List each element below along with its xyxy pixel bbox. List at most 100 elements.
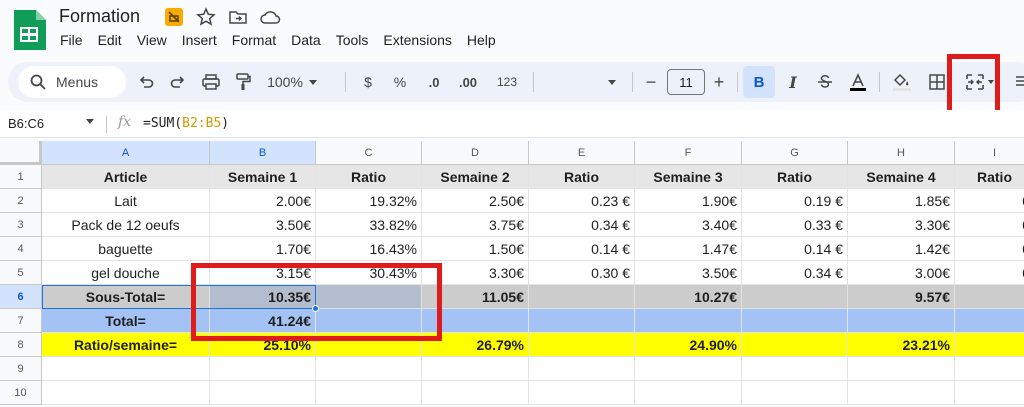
percent-format-button[interactable]: % xyxy=(391,70,409,94)
cell-c9[interactable] xyxy=(316,357,422,381)
move-folder-icon[interactable] xyxy=(227,7,249,27)
name-box[interactable]: B6:C6 xyxy=(8,116,44,131)
column-header-b[interactable]: B xyxy=(210,141,316,165)
column-header-f[interactable]: F xyxy=(635,141,742,165)
cell-b5[interactable]: 3.15€ xyxy=(210,261,316,285)
column-header-e[interactable]: E xyxy=(529,141,635,165)
row-header-8[interactable]: 8 xyxy=(0,333,42,357)
menu-help[interactable]: Help xyxy=(467,32,496,48)
cell-g6[interactable] xyxy=(742,285,848,309)
decrease-decimal-button[interactable]: .0 xyxy=(422,70,446,94)
menu-data[interactable]: Data xyxy=(291,32,321,48)
cell-i2[interactable]: 0 xyxy=(955,189,1024,213)
column-header-i[interactable]: I xyxy=(955,141,1024,165)
cell-b6[interactable]: 10.35€ xyxy=(210,285,316,309)
column-header-a[interactable]: A xyxy=(42,141,210,165)
cell-a10[interactable] xyxy=(42,381,210,405)
undo-icon[interactable] xyxy=(136,70,156,94)
menu-edit[interactable]: Edit xyxy=(98,32,122,48)
cell-b2[interactable]: 2.00€ xyxy=(210,189,316,213)
number-format-button[interactable]: 123 xyxy=(492,70,522,94)
cell-h3[interactable]: 3.30€ xyxy=(848,213,955,237)
cell-f5[interactable]: 3.50€ xyxy=(635,261,742,285)
cell-a5[interactable]: gel douche xyxy=(42,261,210,285)
cell-e2[interactable]: 0.23 € xyxy=(529,189,635,213)
cell-f2[interactable]: 1.90€ xyxy=(635,189,742,213)
cell-g4[interactable]: 0.14 € xyxy=(742,237,848,261)
font-size-input[interactable]: 11 xyxy=(667,69,705,95)
menu-insert[interactable]: Insert xyxy=(182,32,217,48)
cell-e5[interactable]: 0.30 € xyxy=(529,261,635,285)
cell-c10[interactable] xyxy=(316,381,422,405)
column-header-h[interactable]: H xyxy=(848,141,955,165)
cell-g7[interactable] xyxy=(742,309,848,333)
cell-i5[interactable]: 0 xyxy=(955,261,1024,285)
cell-e1[interactable]: Ratio xyxy=(529,165,635,189)
row-header-3[interactable]: 3 xyxy=(0,213,42,237)
redo-icon[interactable] xyxy=(168,70,188,94)
fill-color-icon[interactable] xyxy=(890,70,914,94)
cell-c1[interactable]: Ratio xyxy=(316,165,422,189)
cell-g9[interactable] xyxy=(742,357,848,381)
cell-c8[interactable] xyxy=(316,333,422,357)
cell-h1[interactable]: Semaine 4 xyxy=(848,165,955,189)
row-header-5[interactable]: 5 xyxy=(0,261,42,285)
cell-h4[interactable]: 1.42€ xyxy=(848,237,955,261)
cell-a3[interactable]: Pack de 12 oeufs xyxy=(42,213,210,237)
cell-c5[interactable]: 30.43% xyxy=(316,261,422,285)
cell-b1[interactable]: Semaine 1 xyxy=(210,165,316,189)
name-box-chevron-icon[interactable] xyxy=(86,119,94,124)
formula-input[interactable]: =SUM(B2:B5) xyxy=(143,116,229,131)
cell-a6[interactable]: Sous-Total= xyxy=(42,285,210,309)
cell-b10[interactable] xyxy=(210,381,316,405)
decrease-font-size-button[interactable]: − xyxy=(642,70,660,94)
cell-g8[interactable] xyxy=(742,333,848,357)
cell-c7[interactable] xyxy=(316,309,422,333)
cell-f7[interactable] xyxy=(635,309,742,333)
currency-format-button[interactable]: $ xyxy=(360,70,376,94)
cell-i6[interactable] xyxy=(955,285,1024,309)
paint-format-icon[interactable] xyxy=(233,70,253,94)
menu-tools[interactable]: Tools xyxy=(336,32,369,48)
cell-i3[interactable]: 0 xyxy=(955,213,1024,237)
cell-f10[interactable] xyxy=(635,381,742,405)
cell-e9[interactable] xyxy=(529,357,635,381)
cell-i10[interactable] xyxy=(955,381,1024,405)
font-select-chevron-icon[interactable] xyxy=(604,70,620,94)
cell-c2[interactable]: 19.32% xyxy=(316,189,422,213)
cell-d4[interactable]: 1.50€ xyxy=(422,237,529,261)
cell-h5[interactable]: 3.00€ xyxy=(848,261,955,285)
merge-cells-button[interactable] xyxy=(960,70,998,94)
increase-font-size-button[interactable]: + xyxy=(710,70,728,94)
row-header-4[interactable]: 4 xyxy=(0,237,42,261)
cell-f6[interactable]: 10.27€ xyxy=(635,285,742,309)
cell-a7[interactable]: Total= xyxy=(42,309,210,333)
fill-handle[interactable] xyxy=(312,305,319,312)
menus-search[interactable]: Menus xyxy=(18,66,126,98)
cell-i7[interactable] xyxy=(955,309,1024,333)
cloud-status-icon[interactable] xyxy=(259,7,281,27)
cell-d2[interactable]: 2.50€ xyxy=(422,189,529,213)
cell-e8[interactable] xyxy=(529,333,635,357)
cell-b4[interactable]: 1.70€ xyxy=(210,237,316,261)
row-header-7[interactable]: 7 xyxy=(0,309,42,333)
cell-g5[interactable]: 0.34 € xyxy=(742,261,848,285)
increase-decimal-button[interactable]: .00 xyxy=(453,70,483,94)
cell-i1[interactable]: Ratio xyxy=(955,165,1024,189)
menu-file[interactable]: File xyxy=(60,32,83,48)
bold-button[interactable]: B xyxy=(743,66,775,98)
cell-c6[interactable] xyxy=(316,285,422,309)
cell-d8[interactable]: 26.79% xyxy=(422,333,529,357)
row-header-6[interactable]: 6 xyxy=(0,285,42,309)
cell-h10[interactable] xyxy=(848,381,955,405)
cell-f9[interactable] xyxy=(635,357,742,381)
cell-g3[interactable]: 0.33 € xyxy=(742,213,848,237)
cell-d1[interactable]: Semaine 2 xyxy=(422,165,529,189)
row-header-9[interactable]: 9 xyxy=(0,357,42,381)
align-icon[interactable] xyxy=(1013,70,1024,94)
cell-h8[interactable]: 23.21% xyxy=(848,333,955,357)
cell-e7[interactable] xyxy=(529,309,635,333)
cell-d10[interactable] xyxy=(422,381,529,405)
cell-c4[interactable]: 16.43% xyxy=(316,237,422,261)
cell-i8[interactable] xyxy=(955,333,1024,357)
